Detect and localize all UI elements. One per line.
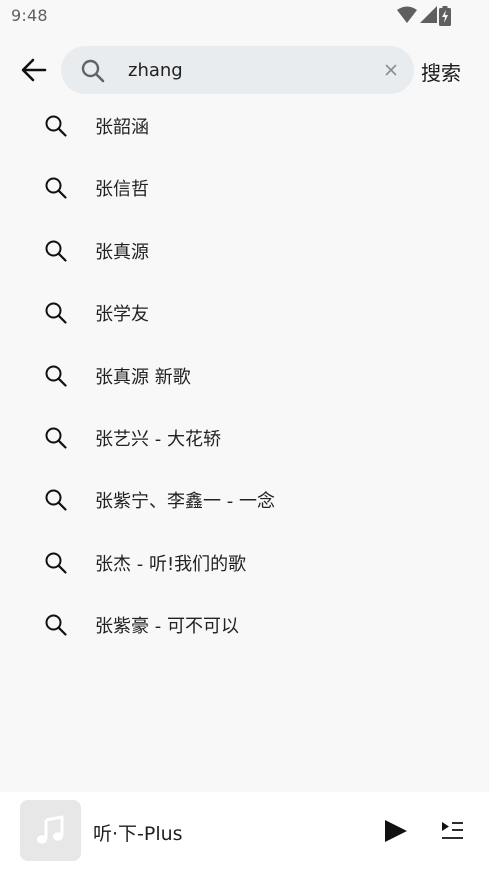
search-icon <box>45 177 67 199</box>
close-icon <box>385 64 397 76</box>
search-icon <box>81 59 105 83</box>
search-box[interactable] <box>61 46 414 94</box>
suggestion-text: 张艺兴 - 大花轿 <box>95 428 221 450</box>
status-bar: 9:48 <box>0 0 489 34</box>
suggestion-item[interactable]: 张艺兴 - 大花轿 <box>0 406 489 468</box>
suggestion-text: 张学友 <box>95 304 149 326</box>
album-art-placeholder[interactable] <box>20 800 81 861</box>
arrow-left-icon <box>21 58 47 82</box>
suggestion-item[interactable]: 张信哲 <box>0 156 489 218</box>
clear-search-button[interactable] <box>382 61 400 79</box>
search-icon <box>45 115 67 137</box>
cellular-signal-icon <box>420 6 437 23</box>
suggestion-text: 张杰 - 听!我们的歌 <box>95 553 247 575</box>
suggestion-text: 张信哲 <box>95 179 149 201</box>
search-icon <box>45 365 67 387</box>
now-playing-title: 听·下-Plus <box>93 823 183 845</box>
suggestion-item[interactable]: 张紫宁、李鑫一 - 一念 <box>0 468 489 530</box>
suggestion-item[interactable]: 张真源 新歌 <box>0 344 489 406</box>
search-icon <box>45 302 67 324</box>
music-note-icon <box>37 815 64 844</box>
back-button[interactable] <box>18 55 50 85</box>
suggestion-item[interactable]: 张真源 <box>0 219 489 281</box>
search-icon <box>45 427 67 449</box>
search-icon <box>45 489 67 511</box>
search-suggestions-list: 张韶涵 张信哲 张真源 张学友 张真源 新歌 张艺兴 - 大花轿 张紫宁、李鑫一… <box>0 94 489 656</box>
suggestion-item[interactable]: 张学友 <box>0 281 489 343</box>
suggestion-text: 张紫宁、李鑫一 - 一念 <box>95 491 275 513</box>
suggestion-item[interactable]: 张韶涵 <box>0 94 489 156</box>
suggestion-item[interactable]: 张紫豪 - 可不可以 <box>0 593 489 655</box>
suggestion-text: 张真源 新歌 <box>95 366 191 388</box>
wifi-icon <box>397 6 417 23</box>
search-input[interactable] <box>128 46 368 94</box>
status-time: 9:48 <box>11 6 48 25</box>
suggestion-text: 张韶涵 <box>95 117 149 138</box>
battery-charging-icon <box>439 6 451 26</box>
suggestion-item[interactable]: 张杰 - 听!我们的歌 <box>0 531 489 593</box>
suggestion-text: 张真源 <box>95 241 149 263</box>
search-submit-button[interactable]: 搜索 <box>421 57 461 86</box>
queue-icon[interactable] <box>440 819 464 843</box>
suggestion-text: 张紫豪 - 可不可以 <box>95 616 239 638</box>
search-icon <box>45 552 67 574</box>
search-icon <box>45 240 67 262</box>
play-icon[interactable] <box>383 818 409 844</box>
search-bar-row: 搜索 <box>0 45 489 95</box>
mini-player-bar[interactable]: 听·下-Plus <box>0 792 489 869</box>
search-icon <box>45 614 67 636</box>
